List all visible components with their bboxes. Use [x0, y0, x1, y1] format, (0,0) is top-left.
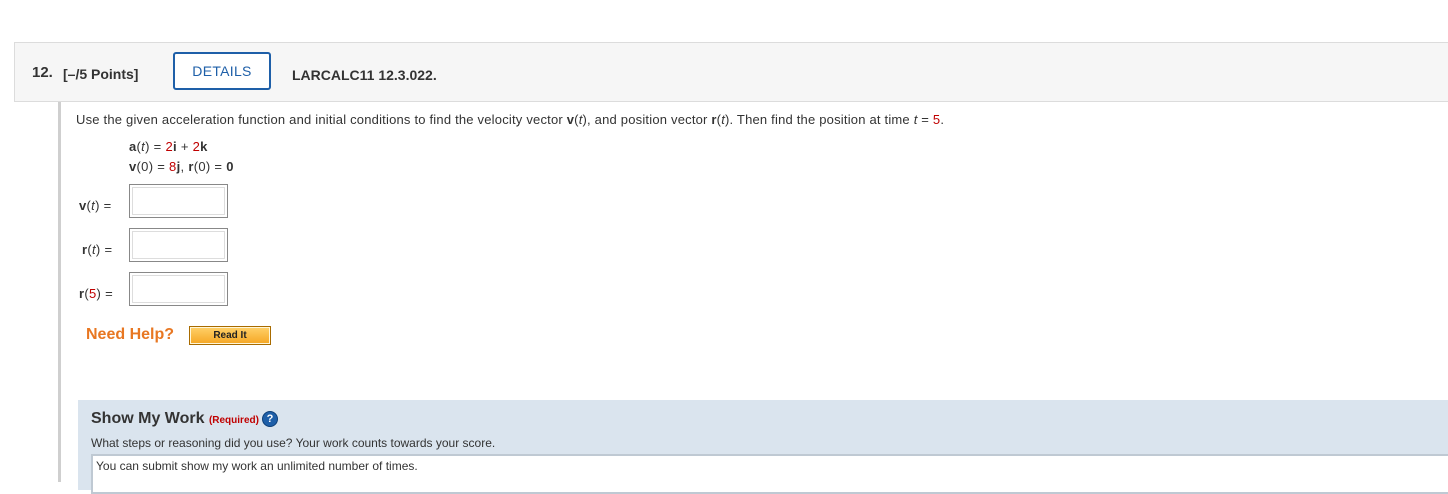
read-it-button[interactable]: Read It	[189, 326, 271, 345]
need-help-label: Need Help?	[86, 326, 175, 343]
show-my-work-panel: Show My Work (Required)? What steps or r…	[78, 400, 1448, 494]
velocity-input[interactable]	[132, 187, 225, 215]
velocity-answer-box	[129, 184, 228, 218]
required-tag: (Required)	[208, 415, 259, 426]
question-header: 12. [–/5 Points] DETAILS LARCALC11 12.3.…	[14, 42, 1448, 102]
question-body: Use the given acceleration function and …	[58, 102, 1448, 494]
position-at-5-input[interactable]	[132, 275, 225, 303]
details-button[interactable]: DETAILS	[173, 52, 271, 90]
question-number: 12.	[32, 64, 53, 81]
question-prompt: Use the given acceleration function and …	[76, 112, 945, 127]
position-at-5-answer-box	[129, 272, 228, 306]
position-at-5-label: r(5) =	[79, 286, 113, 301]
given-initial-conditions: v(0) = 8j, r(0) = 0	[129, 159, 234, 174]
help-icon[interactable]: ?	[261, 411, 278, 427]
velocity-label: v(t) =	[79, 198, 112, 213]
show-my-work-title: Show My Work (Required)?	[91, 410, 278, 428]
position-answer-box	[129, 228, 228, 262]
position-input[interactable]	[132, 231, 225, 259]
show-my-work-description: What steps or reasoning did you use? You…	[91, 436, 496, 450]
position-label: r(t) =	[82, 242, 113, 257]
question-points: [–/5 Points]	[63, 66, 139, 82]
question-code: LARCALC11 12.3.022.	[292, 67, 437, 83]
show-my-work-notice: You can submit show my work an unlimited…	[91, 454, 1448, 494]
given-acceleration: a(t) = 2i + 2k	[129, 139, 208, 154]
